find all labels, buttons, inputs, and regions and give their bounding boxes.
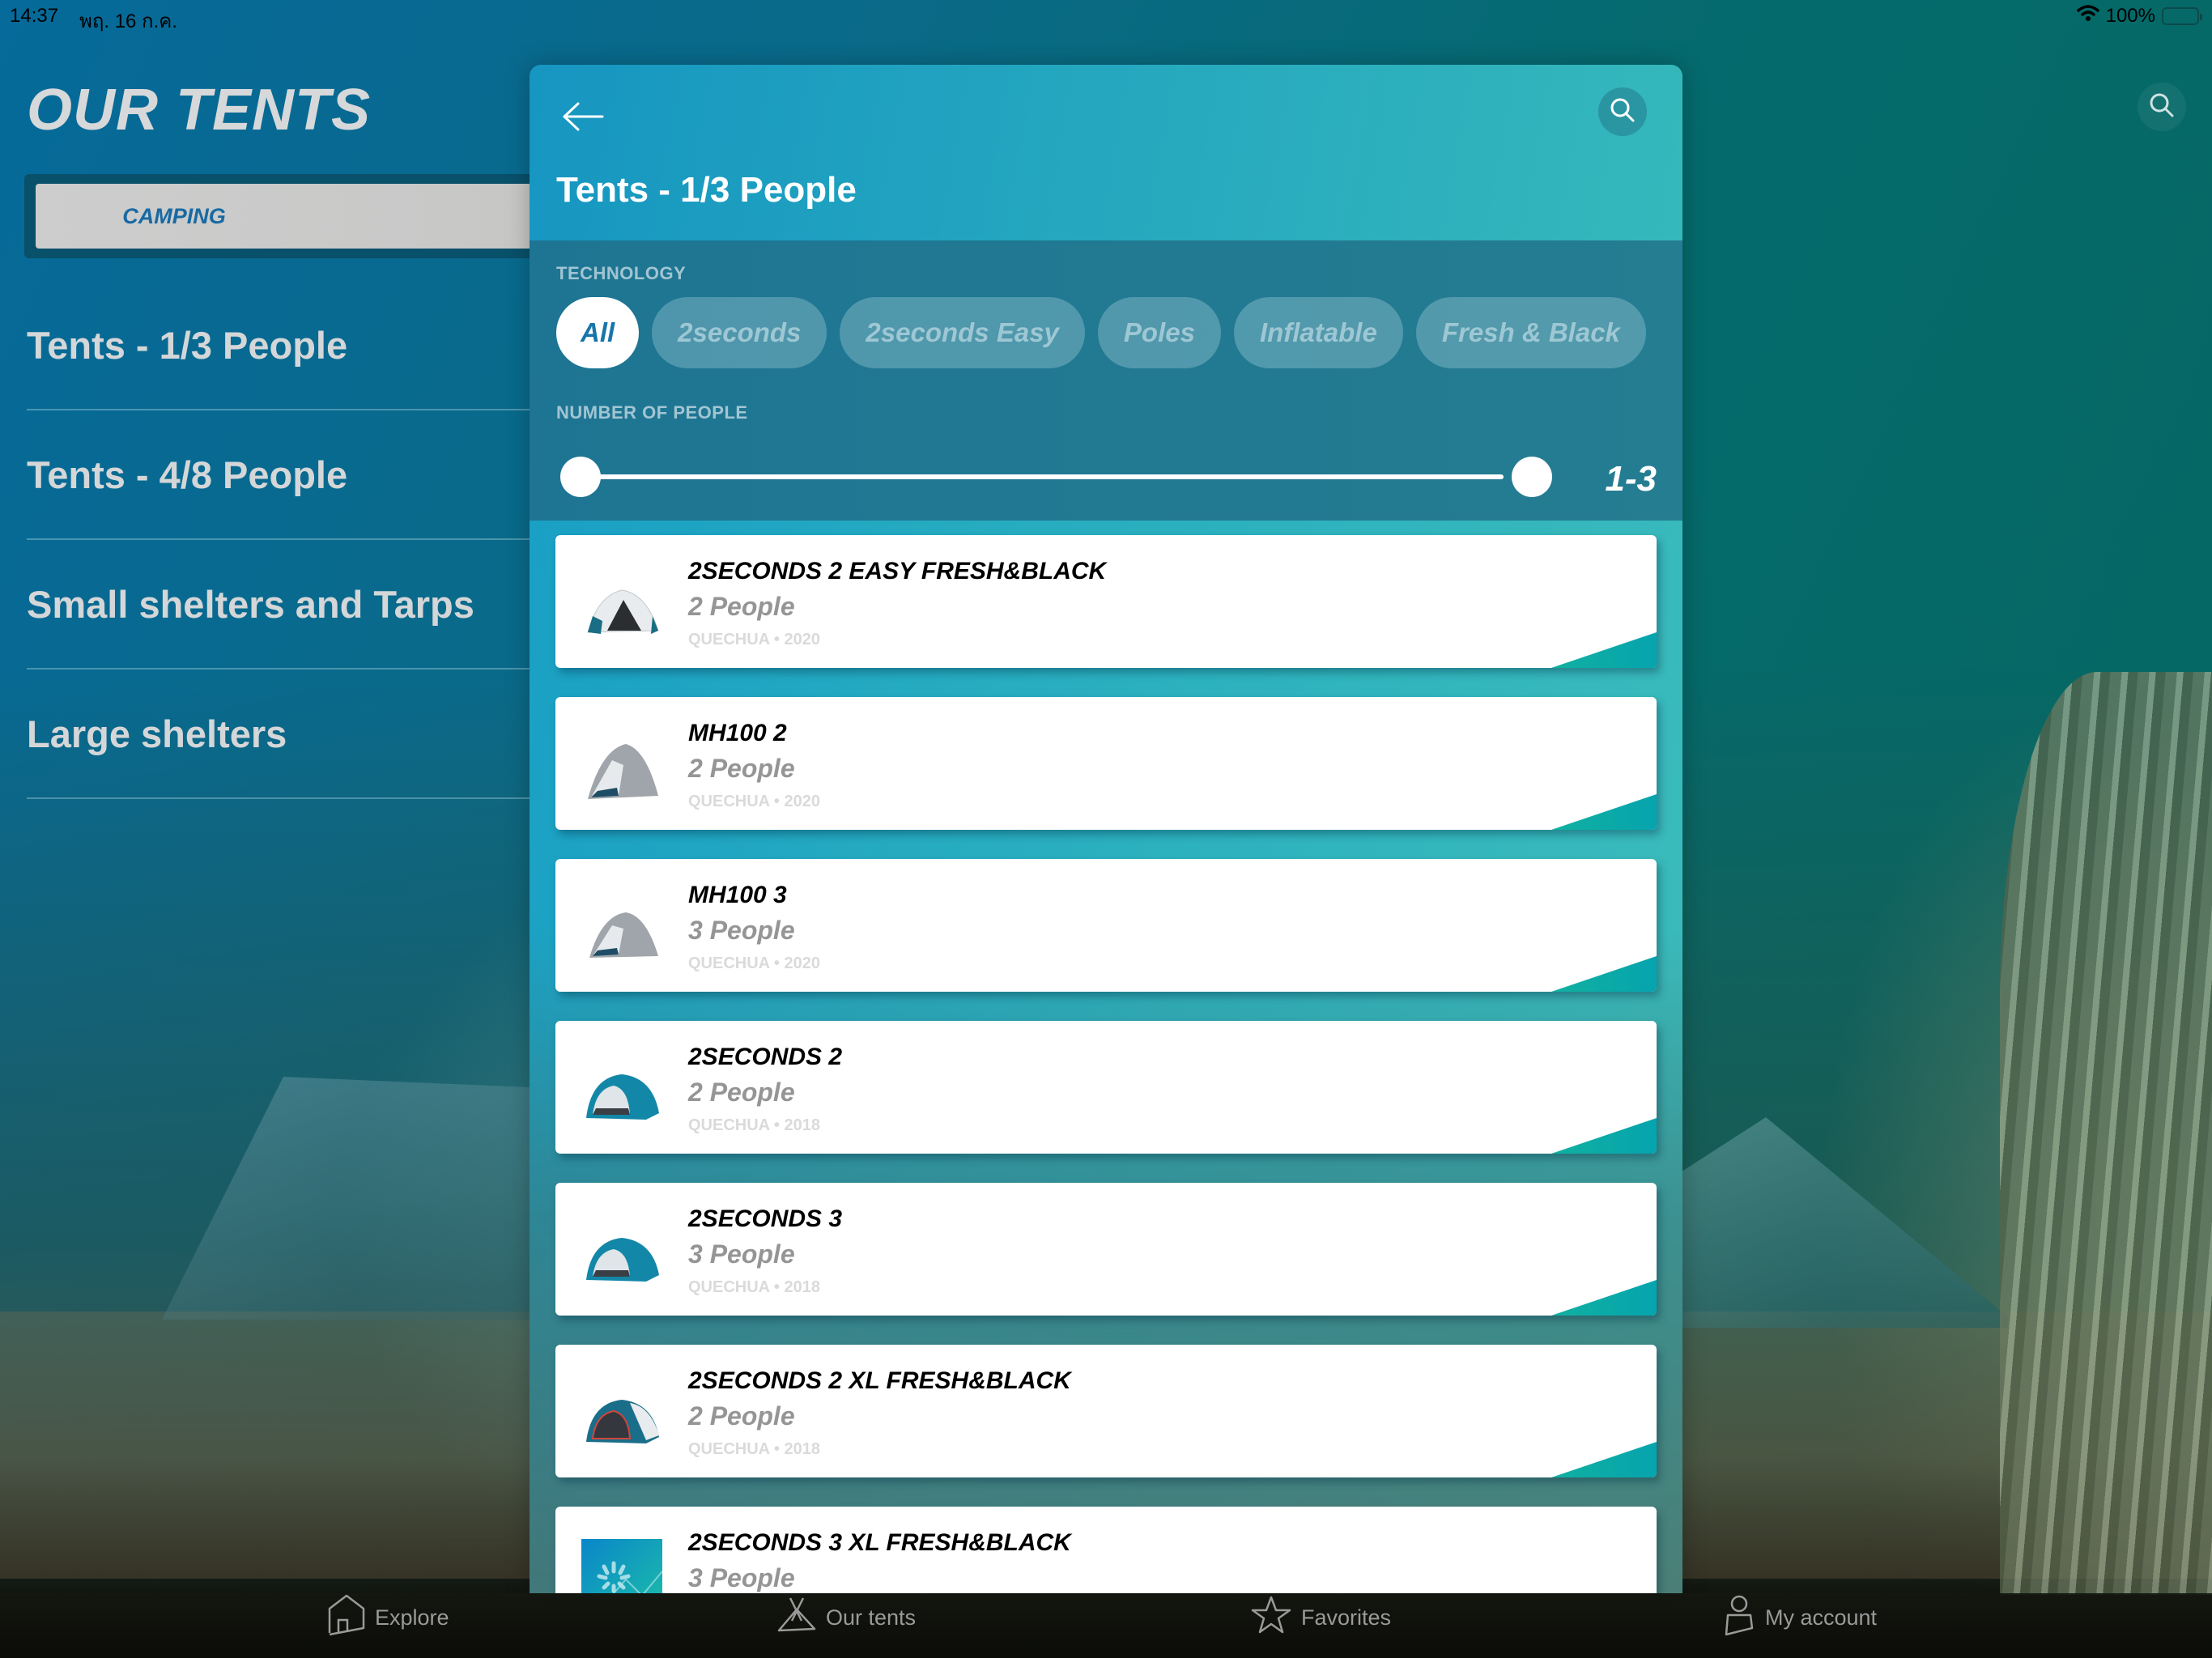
battery-icon xyxy=(2162,6,2202,25)
people-range-slider[interactable] xyxy=(556,453,1552,501)
product-name: MH100 3 xyxy=(688,882,787,908)
product-name: 2SECONDS 3 xyxy=(688,1205,843,1232)
product-meta: QUECHUA • 2018 xyxy=(688,1278,820,1296)
product-list[interactable]: 2SECONDS 2 EASY FRESH&BLACK 2 People QUE… xyxy=(530,521,1682,1593)
card-corner-accent xyxy=(1551,956,1657,992)
tab-favorites[interactable]: Favorites xyxy=(1251,1593,1391,1642)
card-corner-accent xyxy=(1551,632,1657,668)
search-button[interactable] xyxy=(1598,87,1647,136)
product-meta: QUECHUA • 2020 xyxy=(688,631,820,648)
tent-white-dome-thumbnail xyxy=(581,568,662,648)
arrow-left-icon xyxy=(560,100,606,137)
product-people: 2 People xyxy=(688,592,795,621)
people-label: NUMBER OF PEOPLE xyxy=(556,402,748,423)
product-meta: QUECHUA • 2018 xyxy=(688,1440,820,1458)
card-corner-accent xyxy=(1551,1442,1657,1477)
slider-thumb-max[interactable] xyxy=(1512,457,1552,497)
user-icon xyxy=(1723,1594,1755,1642)
tab-label: Favorites xyxy=(1301,1605,1392,1630)
product-people: 2 People xyxy=(688,754,795,783)
card-corner-accent xyxy=(1551,1118,1657,1154)
product-name: 2SECONDS 2 xyxy=(688,1044,843,1070)
category-modal: Tents - 1/3 People TECHNOLOGY All 2secon… xyxy=(530,65,1682,1593)
product-card[interactable]: 2SECONDS 2 XL FRESH&BLACK 2 People QUECH… xyxy=(555,1345,1657,1477)
tent-blue-dark-popup-thumbnail xyxy=(581,1377,662,1458)
product-people: 3 People xyxy=(688,1563,795,1592)
product-meta: QUECHUA • 2018 xyxy=(688,1116,820,1134)
category-selector: CAMPING xyxy=(24,174,591,258)
tent-grey-dome-thumbnail xyxy=(581,891,662,972)
chip-inflatable[interactable]: Inflatable xyxy=(1233,297,1403,368)
background-search-button[interactable] xyxy=(2138,83,2186,131)
status-date: พฤ. 16 ก.ค. xyxy=(79,11,177,32)
technology-label: TECHNOLOGY xyxy=(556,263,687,283)
tab-bar: Explore Our tents Favorites My account xyxy=(0,1593,2212,1658)
sidebar-menu: Tents - 1/3 People Tents - 4/8 People Sm… xyxy=(27,281,530,799)
sidebar-item-tents-4-8[interactable]: Tents - 4/8 People xyxy=(27,410,530,540)
chip-2seconds[interactable]: 2seconds xyxy=(652,297,827,368)
product-people: 2 People xyxy=(688,1401,795,1431)
tab-my-account[interactable]: My account xyxy=(1723,1593,1877,1642)
product-card[interactable]: 2SECONDS 3 3 People QUECHUA • 2018 xyxy=(555,1183,1657,1316)
filters-panel: TECHNOLOGY All 2seconds 2seconds Easy Po… xyxy=(530,240,1682,521)
product-name: 2SECONDS 2 EASY FRESH&BLACK xyxy=(688,558,1107,585)
battery-percent: 100% xyxy=(2105,4,2155,27)
product-name: MH100 2 xyxy=(688,720,787,746)
tent-blue-popup-thumbnail xyxy=(581,1053,662,1134)
wifi-icon xyxy=(2076,4,2099,28)
chip-all[interactable]: All xyxy=(556,297,640,368)
image-loading-thumbnail xyxy=(581,1539,663,1593)
tent-blue-popup-thumbnail xyxy=(581,1215,662,1296)
modal-header: Tents - 1/3 People xyxy=(530,65,1682,240)
tab-label: My account xyxy=(1765,1605,1878,1630)
search-icon xyxy=(2148,91,2176,123)
product-card[interactable]: 2SECONDS 2 2 People QUECHUA • 2018 xyxy=(555,1021,1657,1154)
chip-poles[interactable]: Poles xyxy=(1097,297,1221,368)
chip-fresh-black[interactable]: Fresh & Black xyxy=(1415,297,1646,368)
product-people: 3 People xyxy=(688,916,795,945)
slider-track xyxy=(581,474,1504,479)
card-corner-accent xyxy=(1551,794,1657,830)
product-name: 2SECONDS 3 XL FRESH&BLACK xyxy=(688,1529,1071,1556)
tab-our-tents[interactable]: Our tents xyxy=(777,1593,916,1642)
product-meta: QUECHUA • 2020 xyxy=(688,793,820,810)
page-title: OUR TENTS xyxy=(27,78,372,142)
tab-explore[interactable]: Explore xyxy=(328,1593,449,1642)
chip-2seconds-easy[interactable]: 2seconds Easy xyxy=(840,297,1085,368)
sidebar-item-large-shelters[interactable]: Large shelters xyxy=(27,670,530,799)
product-name: 2SECONDS 2 XL FRESH&BLACK xyxy=(688,1367,1071,1394)
product-card[interactable]: 2SECONDS 3 XL FRESH&BLACK 3 People xyxy=(555,1507,1657,1593)
category-button-camping[interactable]: CAMPING xyxy=(36,184,580,249)
product-people: 2 People xyxy=(688,1078,795,1107)
tent-icon xyxy=(777,1596,816,1639)
tab-label: Our tents xyxy=(826,1605,917,1630)
sidebar-item-small-shelters[interactable]: Small shelters and Tarps xyxy=(27,540,530,670)
back-button[interactable] xyxy=(559,94,607,142)
product-card[interactable]: MH100 3 3 People QUECHUA • 2020 xyxy=(555,859,1657,992)
sidebar-item-tents-1-3[interactable]: Tents - 1/3 People xyxy=(27,281,530,410)
product-people: 3 People xyxy=(688,1239,795,1269)
technology-chips: All 2seconds 2seconds Easy Poles Inflata… xyxy=(556,297,1646,368)
card-corner-accent xyxy=(1551,1280,1657,1316)
tab-label: Explore xyxy=(375,1605,449,1630)
status-bar: 14:37 พฤ. 16 ก.ค. 100% xyxy=(0,0,2212,32)
product-meta: QUECHUA • 2020 xyxy=(688,954,820,972)
product-card[interactable]: MH100 2 2 People QUECHUA • 2020 xyxy=(555,697,1657,830)
modal-title: Tents - 1/3 People xyxy=(556,170,857,210)
tent-grey-dome-thumbnail xyxy=(581,729,662,810)
search-icon xyxy=(1609,96,1636,128)
status-time: 14:37 xyxy=(10,5,59,27)
product-card[interactable]: 2SECONDS 2 EASY FRESH&BLACK 2 People QUE… xyxy=(555,535,1657,668)
status-indicators: 100% xyxy=(2076,4,2202,28)
home-icon xyxy=(328,1594,365,1642)
slider-thumb-min[interactable] xyxy=(560,457,601,497)
people-range-value: 1-3 xyxy=(1605,459,1657,499)
background-tree xyxy=(2000,672,2212,1595)
star-icon xyxy=(1251,1595,1291,1641)
